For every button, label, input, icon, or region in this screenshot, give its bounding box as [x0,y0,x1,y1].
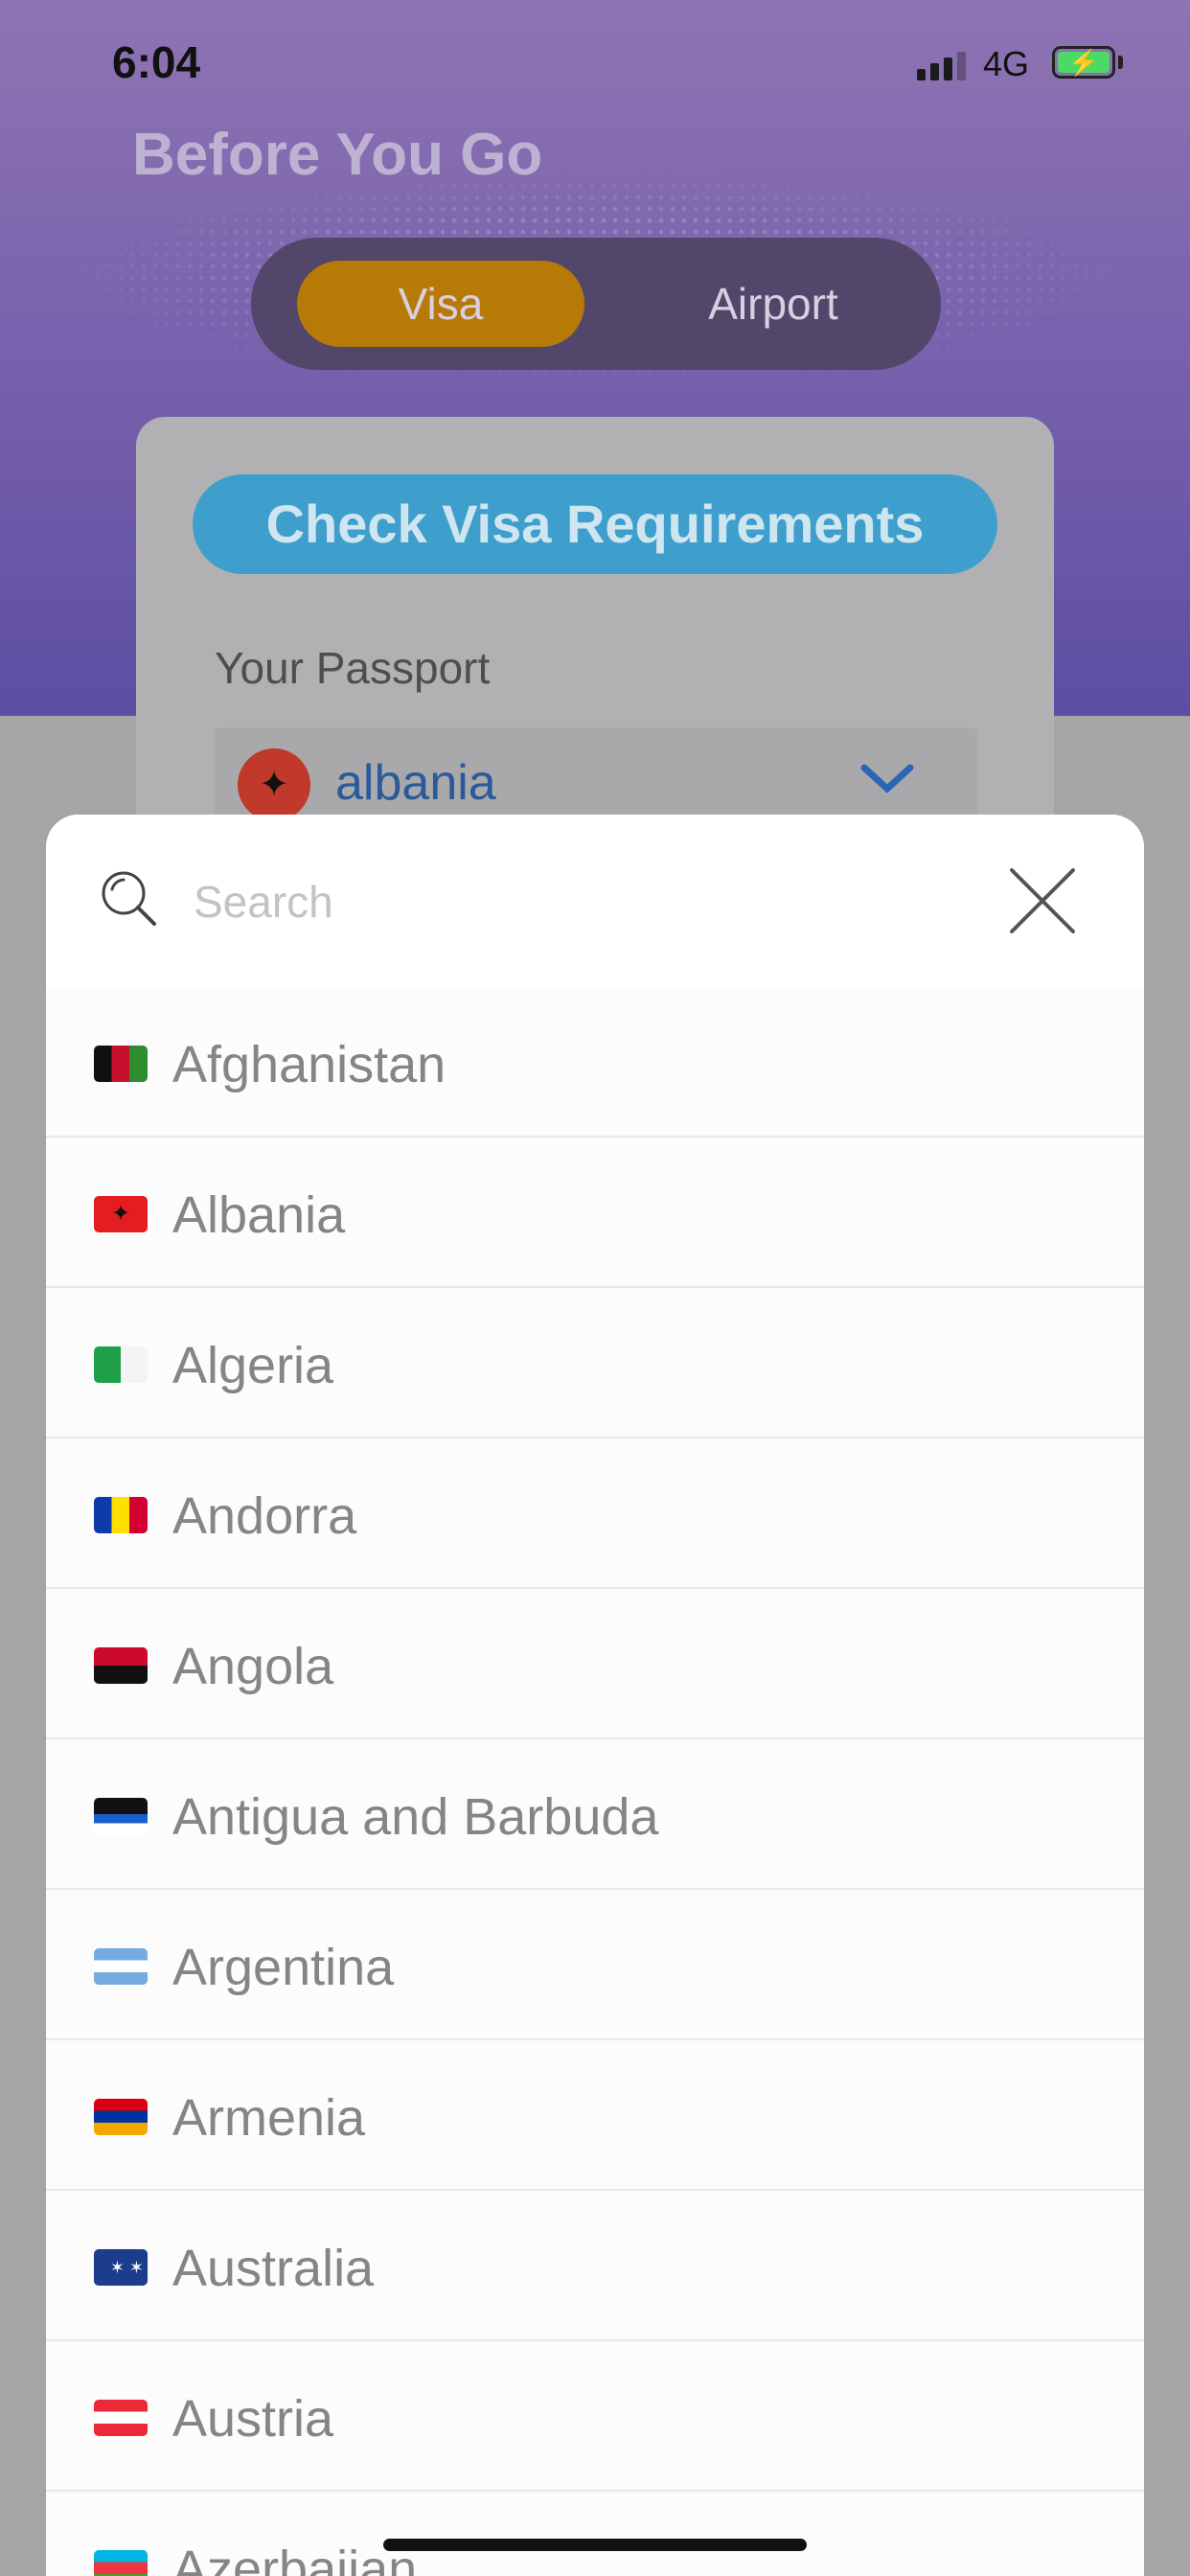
antigua-and-barbuda-flag-icon [94,1798,148,1834]
andorra-flag-icon [94,1497,148,1533]
signal-icon [917,48,967,80]
australia-flag-icon: ✶ ✶ [94,2249,148,2286]
country-name: Argentina [172,1939,395,1996]
passport-value: albania [335,755,496,811]
country-item[interactable]: Andorra [46,1438,1144,1589]
status-time: 6:04 [112,37,201,87]
close-icon[interactable] [1006,864,1079,937]
tab-visa[interactable]: Visa [297,261,584,347]
screen: 6:04 4G ⚡ Before You Go Visa Airport Che… [0,0,1190,2576]
country-item[interactable]: Armenia [46,2040,1144,2191]
country-name: Andorra [172,1487,357,1545]
country-list: Afghanistan ✦ Albania Algeria Andorra An… [46,987,1144,2576]
armenia-flag-icon [94,2099,148,2135]
country-name: Azerbaijan [172,2541,418,2576]
country-item[interactable]: Austria [46,2341,1144,2492]
country-name: Austria [172,2390,334,2448]
country-item[interactable]: ✦ Albania [46,1138,1144,1288]
chevron-down-icon [860,764,914,794]
afghanistan-flag-icon [94,1046,148,1082]
albania-flag-icon: ✦ [94,1196,148,1232]
search-input[interactable] [192,866,981,937]
country-name: Antigua and Barbuda [172,1788,659,1846]
country-item[interactable]: Argentina [46,1890,1144,2040]
country-item[interactable]: Angola [46,1589,1144,1739]
battery-cap [1118,56,1123,69]
country-item[interactable]: Azerbaijan [46,2492,1144,2576]
country-item[interactable]: ✶ ✶ Australia [46,2191,1144,2341]
albania-flag-icon: ✦ [238,748,310,821]
angola-flag-icon [94,1647,148,1684]
country-name: Algeria [172,1337,334,1394]
country-name: Armenia [172,2089,366,2147]
tab-switcher: Visa Airport [251,238,941,370]
country-name: Albania [172,1186,346,1244]
check-visa-requirements-button[interactable]: Check Visa Requirements [193,474,997,574]
page-title: Before You Go [132,122,543,188]
home-indicator[interactable] [383,2539,807,2551]
country-picker-sheet: Afghanistan ✦ Albania Algeria Andorra An… [46,815,1144,2576]
tab-airport[interactable]: Airport [634,261,912,347]
austria-flag-icon [94,2400,148,2436]
network-label: 4G [983,44,1030,83]
country-name: Australia [172,2240,375,2297]
argentina-flag-icon [94,1948,148,1985]
country-item[interactable]: Afghanistan [46,987,1144,1138]
algeria-flag-icon [94,1346,148,1383]
country-item[interactable]: Antigua and Barbuda [46,1739,1144,1890]
search-bar [46,815,1144,987]
search-icon [102,871,156,926]
country-name: Angola [172,1638,334,1695]
azerbaijan-flag-icon [94,2550,148,2576]
country-item[interactable]: Algeria [46,1288,1144,1438]
battery-icon: ⚡ [1052,46,1115,79]
country-name: Afghanistan [172,1036,446,1093]
passport-label: Your Passport [215,643,491,693]
